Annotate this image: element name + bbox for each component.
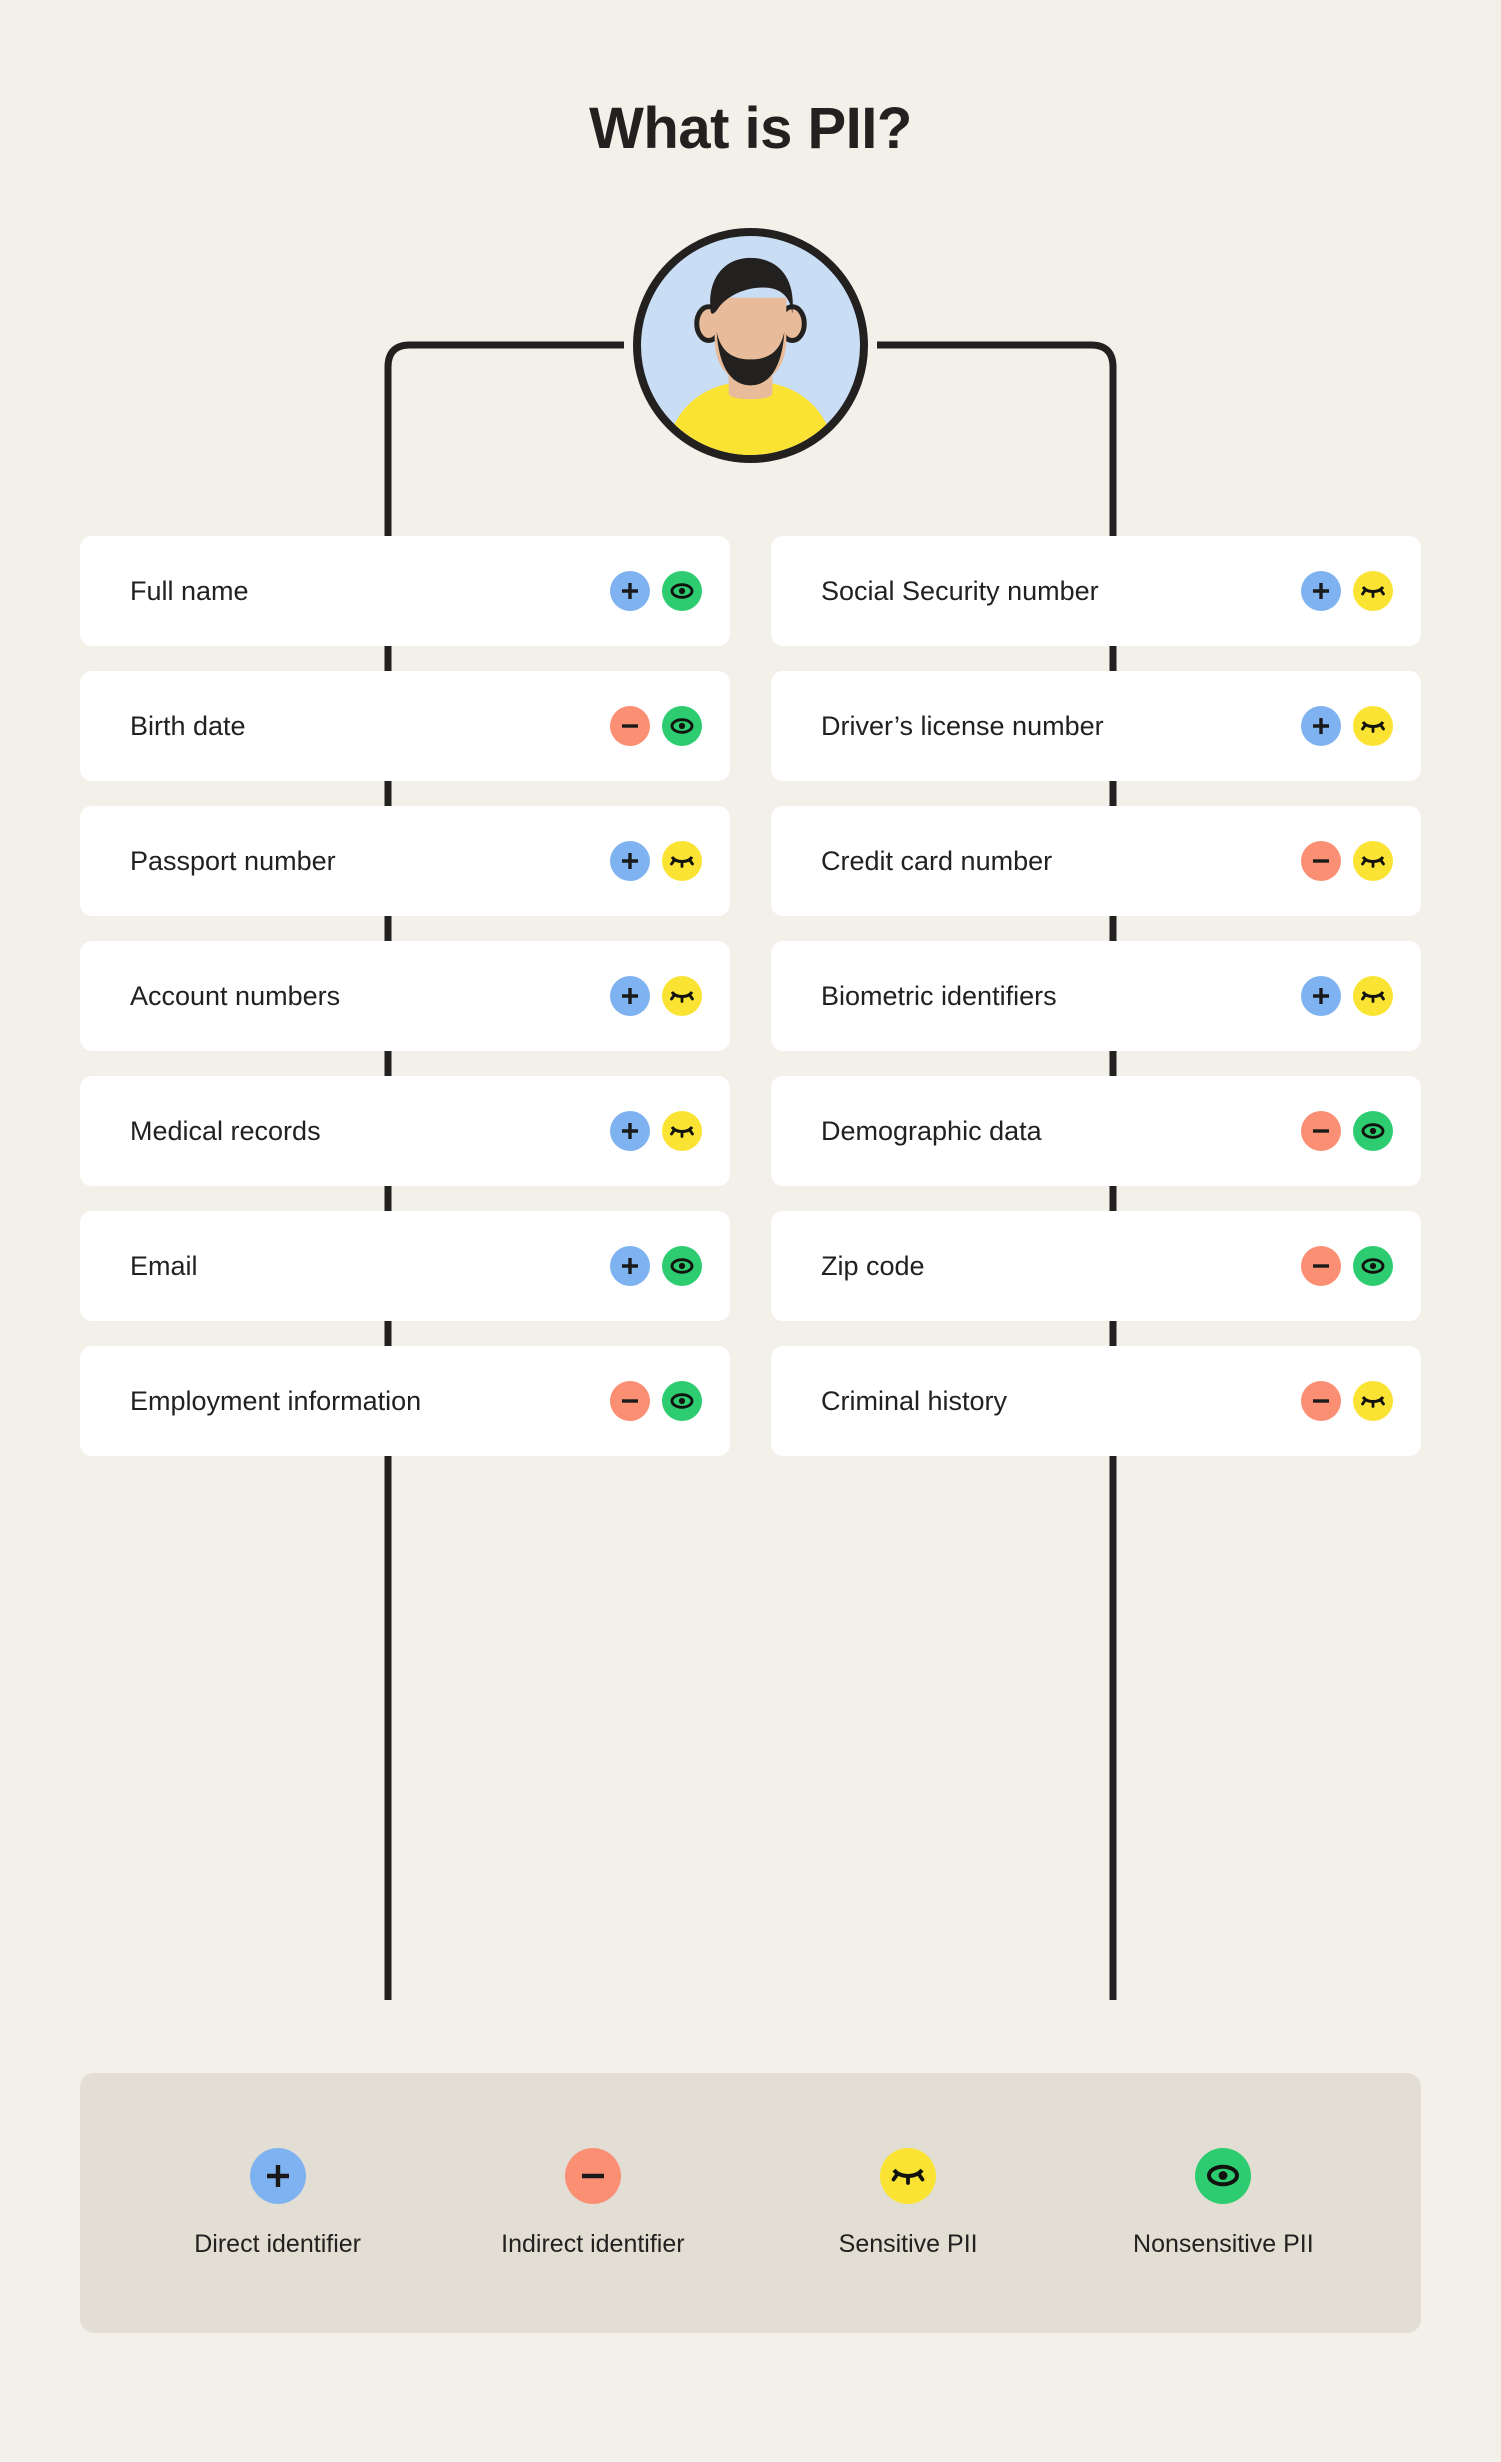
eye-open-icon xyxy=(1353,1111,1393,1151)
pii-card[interactable]: Account numbers xyxy=(80,941,730,1051)
infographic-page: What is PII? Full name Birth date Passpo… xyxy=(0,0,1501,2462)
eye-closed-icon xyxy=(1353,976,1393,1016)
pii-card[interactable]: Employment information xyxy=(80,1346,730,1456)
pii-card[interactable]: Social Security number xyxy=(771,536,1421,646)
eye-open-icon xyxy=(662,1381,702,1421)
plus-icon xyxy=(610,1111,650,1151)
plus-icon xyxy=(1301,976,1341,1016)
plus-icon xyxy=(1301,706,1341,746)
pii-card-label: Driver’s license number xyxy=(821,710,1104,741)
eye-closed-icon xyxy=(880,2147,937,2204)
minus-icon xyxy=(1301,1111,1341,1151)
legend-label: Nonsensitive PII xyxy=(1133,2229,1314,2258)
eye-open-icon xyxy=(662,706,702,746)
pii-card-label: Zip code xyxy=(821,1250,925,1281)
minus-icon xyxy=(1301,1246,1341,1286)
eye-closed-icon xyxy=(662,1111,702,1151)
pii-card[interactable]: Driver’s license number xyxy=(771,671,1421,781)
eye-closed-icon xyxy=(662,976,702,1016)
minus-icon xyxy=(610,1381,650,1421)
pii-card[interactable]: Medical records xyxy=(80,1076,730,1186)
pii-card-label: Passport number xyxy=(130,845,336,876)
pii-card-label: Social Security number xyxy=(821,575,1099,606)
pii-card-label: Demographic data xyxy=(821,1115,1042,1146)
pii-columns: Full name Birth date Passport number Acc… xyxy=(80,536,1421,1456)
pii-card-icons xyxy=(1301,841,1393,881)
pii-card-icons xyxy=(610,976,702,1016)
pii-card-label: Full name xyxy=(130,575,249,606)
pii-card[interactable]: Credit card number xyxy=(771,806,1421,916)
legend-label: Indirect identifier xyxy=(501,2229,685,2258)
pii-card-icons xyxy=(1301,571,1393,611)
plus-icon xyxy=(610,571,650,611)
eye-closed-icon xyxy=(1353,571,1393,611)
pii-card-label: Criminal history xyxy=(821,1385,1008,1416)
eye-closed-icon xyxy=(1353,706,1393,746)
pii-card[interactable]: Passport number xyxy=(80,806,730,916)
plus-icon xyxy=(249,2147,306,2204)
plus-icon xyxy=(1301,571,1341,611)
plus-icon xyxy=(610,976,650,1016)
pii-column-left: Full name Birth date Passport number Acc… xyxy=(80,536,730,1456)
pii-card-label: Employment information xyxy=(130,1385,422,1416)
pii-card-icons xyxy=(610,1246,702,1286)
pii-card-label: Account numbers xyxy=(130,980,341,1011)
legend-item-indirect-identifier: Indirect identifier xyxy=(453,2147,733,2259)
pii-card[interactable]: Birth date xyxy=(80,671,730,781)
minus-icon xyxy=(1301,1381,1341,1421)
eye-closed-icon xyxy=(662,841,702,881)
legend-item-direct-identifier: Direct identifier xyxy=(138,2147,418,2259)
minus-icon xyxy=(1301,841,1341,881)
avatar-circle xyxy=(633,228,868,463)
pii-card[interactable]: Criminal history xyxy=(771,1346,1421,1456)
pii-card-label: Biometric identifiers xyxy=(821,980,1057,1011)
legend-label: Sensitive PII xyxy=(838,2229,978,2258)
plus-icon xyxy=(610,841,650,881)
pii-card[interactable]: Demographic data xyxy=(771,1076,1421,1186)
pii-card[interactable]: Zip code xyxy=(771,1211,1421,1321)
legend-item-nonsensitive-pii: Nonsensitive PII xyxy=(1083,2147,1363,2259)
pii-card[interactable]: Email xyxy=(80,1211,730,1321)
eye-open-icon xyxy=(1195,2147,1252,2204)
pii-card-label: Medical records xyxy=(130,1115,321,1146)
pii-card-icons xyxy=(610,571,702,611)
pii-card-label: Email xyxy=(130,1250,198,1281)
plus-icon xyxy=(610,1246,650,1286)
avatar-person-icon xyxy=(664,257,837,455)
pii-card-icons xyxy=(1301,706,1393,746)
legend-item-sensitive-pii: Sensitive PII xyxy=(768,2147,1048,2259)
pii-card[interactable]: Full name xyxy=(80,536,730,646)
minus-icon xyxy=(564,2147,621,2204)
eye-open-icon xyxy=(1353,1246,1393,1286)
legend-label: Direct identifier xyxy=(194,2229,361,2258)
pii-card-icons xyxy=(1301,1111,1393,1151)
pii-card-icons xyxy=(610,841,702,881)
avatar xyxy=(633,228,868,463)
eye-open-icon xyxy=(662,571,702,611)
pii-card[interactable]: Biometric identifiers xyxy=(771,941,1421,1051)
pii-card-label: Credit card number xyxy=(821,845,1053,876)
minus-icon xyxy=(610,706,650,746)
pii-card-icons xyxy=(1301,976,1393,1016)
pii-card-icons xyxy=(610,1111,702,1151)
eye-closed-icon xyxy=(1353,841,1393,881)
page-title: What is PII? xyxy=(589,96,912,161)
pii-column-right: Social Security number Driver’s license … xyxy=(771,536,1421,1456)
pii-card-icons xyxy=(1301,1381,1393,1421)
eye-open-icon xyxy=(662,1246,702,1286)
pii-card-icons xyxy=(1301,1246,1393,1286)
legend-panel: Direct identifier Indirect identifier Se… xyxy=(80,2073,1421,2333)
pii-card-icons xyxy=(610,1381,702,1421)
pii-card-label: Birth date xyxy=(130,710,246,741)
pii-card-icons xyxy=(610,706,702,746)
eye-closed-icon xyxy=(1353,1381,1393,1421)
